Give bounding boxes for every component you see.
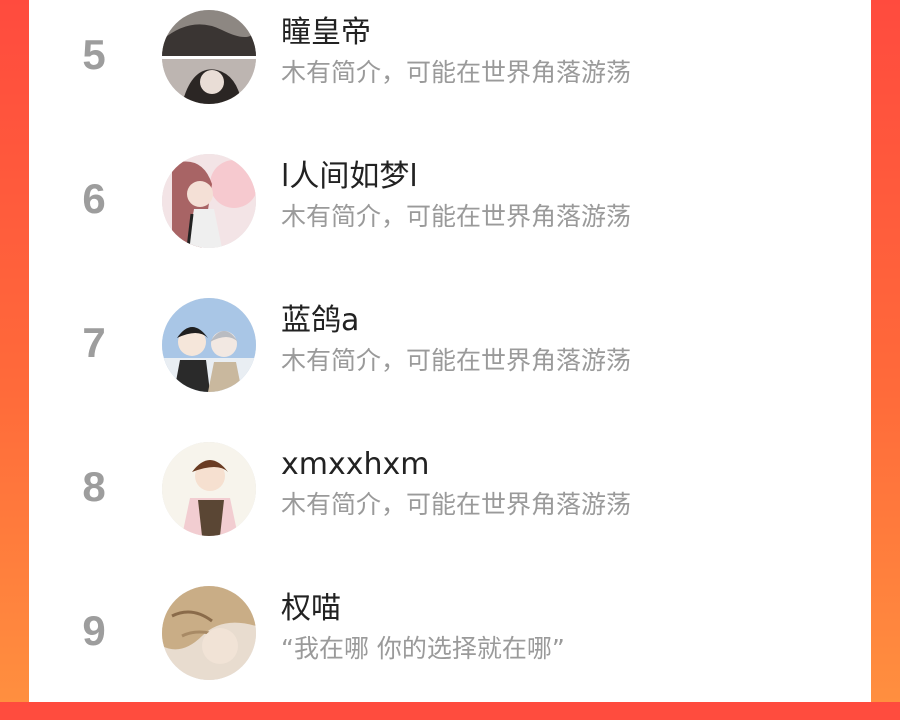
avatar[interactable] xyxy=(162,442,256,536)
user-bio: 木有简介，可能在世界角落游荡 xyxy=(281,490,632,519)
user-bio: “我在哪 你的选择就在哪” xyxy=(281,634,565,663)
rank-number: 9 xyxy=(82,607,106,654)
user-bio: 木有简介，可能在世界角落游荡 xyxy=(281,58,632,87)
avatar[interactable] xyxy=(162,298,256,392)
avatar[interactable] xyxy=(162,586,256,680)
ranking-row[interactable]: 5 瞳皇帝 木有简介，可能在世界角落游荡 xyxy=(29,0,871,144)
user-bio: 木有简介，可能在世界角落游荡 xyxy=(281,346,632,375)
username[interactable]: 权喵 xyxy=(281,590,341,628)
ranking-row[interactable]: 7 蓝鸽a 木有简介，可能在世界角落游荡 xyxy=(29,288,871,432)
username[interactable]: 瞳皇帝 xyxy=(281,14,371,52)
rank-number: 8 xyxy=(82,463,106,510)
rank-number: 7 xyxy=(82,319,106,366)
username[interactable]: l人间如梦l xyxy=(281,158,418,196)
user-bio: 木有简介，可能在世界角落游荡 xyxy=(281,202,632,231)
username[interactable]: 蓝鸽a xyxy=(281,302,359,340)
avatar[interactable] xyxy=(162,10,256,104)
ranking-row[interactable]: 6 l人间如梦l 木有简介，可能在世界角落游荡 xyxy=(29,144,871,288)
rank-number: 5 xyxy=(82,31,106,78)
rank-number: 6 xyxy=(82,175,106,222)
username[interactable]: xmxxhxm xyxy=(281,446,429,484)
ranking-row[interactable]: 8 xmxxhxm 木有简介，可能在世界角落游荡 xyxy=(29,432,871,576)
ranking-row[interactable]: 9 权喵 “我在哪 你的选择就在哪” xyxy=(29,576,871,720)
ranking-panel: 5 瞳皇帝 木有简介，可能在世界角落游荡 6 l人间如梦l 木有简介，可能在世界… xyxy=(29,0,871,702)
avatar[interactable] xyxy=(162,154,256,248)
